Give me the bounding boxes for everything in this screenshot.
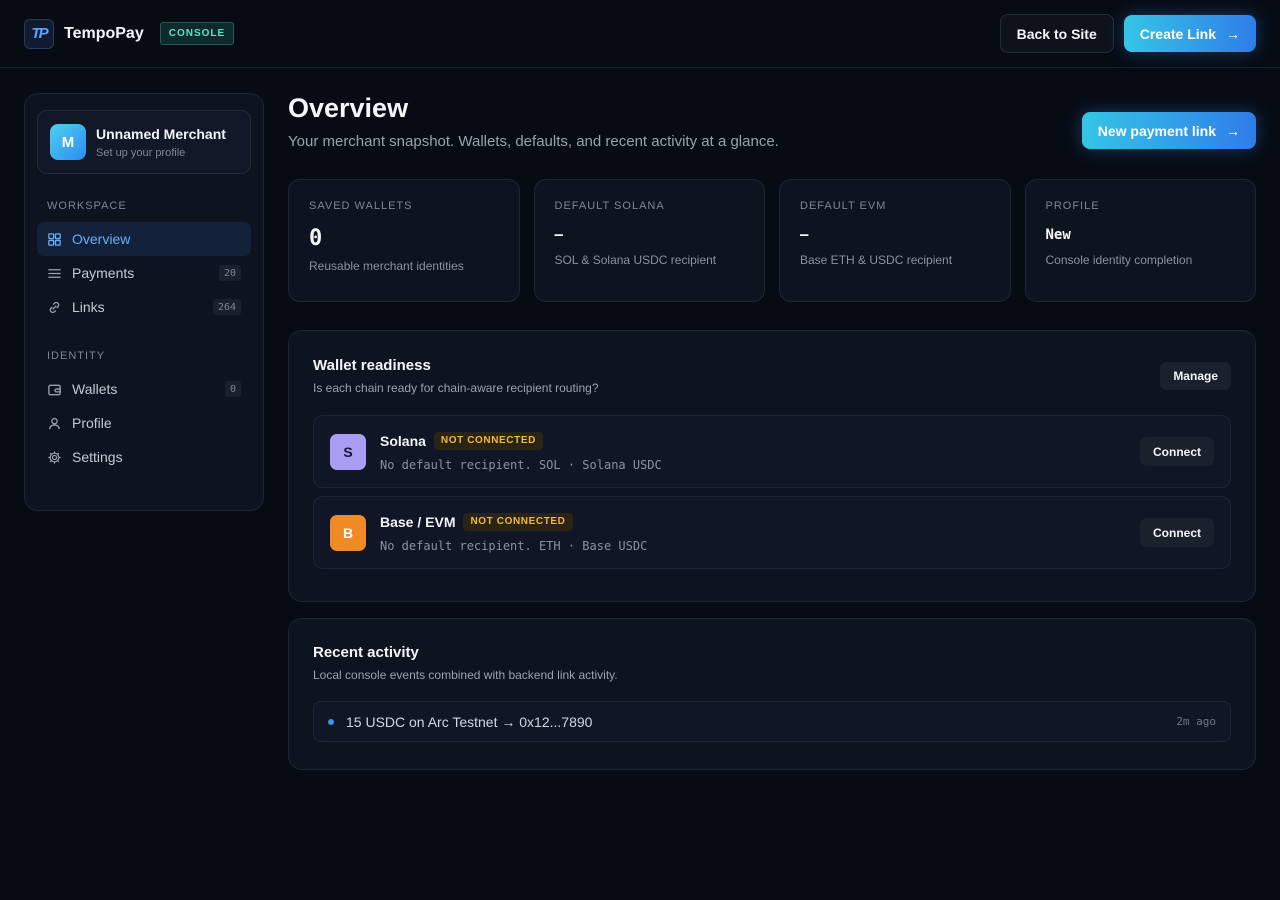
chain-text: Solana NOT CONNECTED No default recipien… [380, 431, 662, 472]
avatar: M [50, 124, 86, 160]
panel-title: Wallet readiness [313, 357, 431, 374]
top-bar: TP TempoPay CONSOLE Back to Site Create … [0, 0, 1280, 68]
sidebar-item-payments[interactable]: Payments 20 [37, 256, 251, 290]
brand-name: TempoPay [64, 24, 144, 42]
chain-text: Base / EVM NOT CONNECTED No default reci… [380, 512, 648, 553]
sidebar: M Unnamed Merchant Set up your profile W… [24, 93, 264, 511]
connect-base-button[interactable]: Connect [1140, 518, 1214, 547]
recent-activity-panel: Recent activity Local console events com… [288, 618, 1256, 770]
wallet-icon [47, 382, 62, 397]
wallet-readiness-panel: Wallet readiness Is each chain ready for… [288, 330, 1256, 602]
sidebar-item-label: Wallets [72, 381, 118, 397]
list-icon [47, 266, 62, 281]
stat-value: — [554, 227, 563, 243]
panel-title: Recent activity [313, 644, 419, 661]
stat-label: DEFAULT SOLANA [554, 200, 665, 212]
top-actions: Back to Site Create Link → [999, 14, 1256, 53]
back-to-site-button[interactable]: Back to Site [999, 14, 1114, 53]
sidebar-item-label: Settings [72, 449, 123, 465]
stat-value: 0 [309, 226, 323, 251]
stat-caption: Base ETH & USDC recipient [800, 253, 953, 267]
chain-name: Base / EVM [380, 513, 456, 530]
stat-value: — [800, 227, 809, 243]
chain-header: Base / EVM NOT CONNECTED [380, 512, 647, 531]
stat-default-solana: DEFAULT SOLANA — SOL & Solana USDC recip… [533, 179, 765, 302]
sidebar-item-wallets[interactable]: Wallets 0 [37, 372, 251, 406]
stat-default-evm: DEFAULT EVM — Base ETH & USDC recipient [779, 179, 1011, 302]
create-link-button[interactable]: Create Link → [1123, 15, 1256, 52]
chain-detail: No default recipient. SOL · Solana USDC [380, 457, 662, 472]
chain-name: Solana [380, 432, 426, 449]
sidebar-item-overview[interactable]: Overview [37, 222, 251, 256]
link-icon [47, 300, 62, 315]
stat-label: PROFILE [1045, 200, 1100, 212]
sidebar-item-label: Overview [72, 231, 131, 247]
arrow-right-icon: → [1226, 25, 1240, 42]
panel-subtitle: Is each chain ready for chain-aware reci… [313, 381, 599, 395]
stat-value: New [1045, 227, 1071, 243]
payments-count-badge: 20 [218, 265, 241, 281]
activity-item[interactable]: 15 USDC on Arc Testnet → 0x12...7890 2m … [313, 701, 1231, 742]
console-badge: CONSOLE [159, 22, 235, 45]
gear-icon [47, 450, 62, 465]
wallets-count-badge: 0 [224, 381, 241, 397]
grid-icon [47, 232, 62, 247]
workspace-section-label: WORKSPACE [47, 200, 127, 212]
chain-row-solana: S Solana NOT CONNECTED No default recipi… [313, 415, 1231, 488]
merchant-text: Unnamed Merchant Set up your profile [96, 126, 226, 159]
brand[interactable]: TP TempoPay CONSOLE [24, 18, 235, 49]
panel-subtitle: Local console events combined with backe… [313, 668, 618, 682]
new-payment-link-label: New payment link [1097, 122, 1216, 139]
chain-detail: No default recipient. ETH · Base USDC [380, 538, 648, 553]
chain-row-base-evm: B Base / EVM NOT CONNECTED No default re… [313, 496, 1231, 569]
main-content: Overview Your merchant snapshot. Wallets… [288, 93, 1256, 770]
arrow-right-icon: → [1226, 122, 1240, 139]
sidebar-item-profile[interactable]: Profile [37, 406, 251, 440]
stat-label: SAVED WALLETS [309, 200, 413, 212]
connect-solana-button[interactable]: Connect [1140, 437, 1214, 466]
activity-text: 15 USDC on Arc Testnet → 0x12...7890 [346, 713, 593, 730]
sidebar-item-settings[interactable]: Settings [37, 440, 251, 474]
sidebar-item-links[interactable]: Links 264 [37, 290, 251, 324]
sidebar-item-label: Profile [72, 415, 112, 431]
stat-profile: PROFILE New Console identity completion [1024, 179, 1256, 302]
brand-logo: TP [24, 18, 54, 49]
solana-chain-icon: S [330, 433, 366, 470]
stat-caption: SOL & Solana USDC recipient [554, 253, 717, 267]
stat-caption: Reusable merchant identities [309, 259, 464, 273]
status-badge: NOT CONNECTED [463, 512, 573, 531]
links-count-badge: 264 [212, 299, 241, 315]
merchant-name: Unnamed Merchant [96, 125, 226, 142]
merchant-subtitle: Set up your profile [96, 146, 186, 159]
base-chain-icon: B [330, 514, 366, 551]
create-link-label: Create Link [1139, 25, 1216, 42]
stat-caption: Console identity completion [1045, 253, 1193, 267]
user-icon [47, 416, 62, 431]
activity-dot-icon [328, 718, 334, 725]
stat-label: DEFAULT EVM [800, 200, 887, 212]
activity-time: 2m ago [1176, 715, 1216, 728]
sidebar-item-label: Payments [72, 265, 135, 281]
status-badge: NOT CONNECTED [433, 431, 543, 450]
merchant-card[interactable]: M Unnamed Merchant Set up your profile [37, 110, 251, 174]
new-payment-link-button[interactable]: New payment link → [1081, 112, 1256, 149]
manage-button[interactable]: Manage [1160, 362, 1231, 390]
stats-row: SAVED WALLETS 0 Reusable merchant identi… [288, 179, 1256, 302]
identity-section-label: IDENTITY [47, 350, 106, 362]
chain-header: Solana NOT CONNECTED [380, 431, 662, 450]
stat-saved-wallets: SAVED WALLETS 0 Reusable merchant identi… [288, 179, 520, 302]
sidebar-item-label: Links [72, 299, 105, 315]
